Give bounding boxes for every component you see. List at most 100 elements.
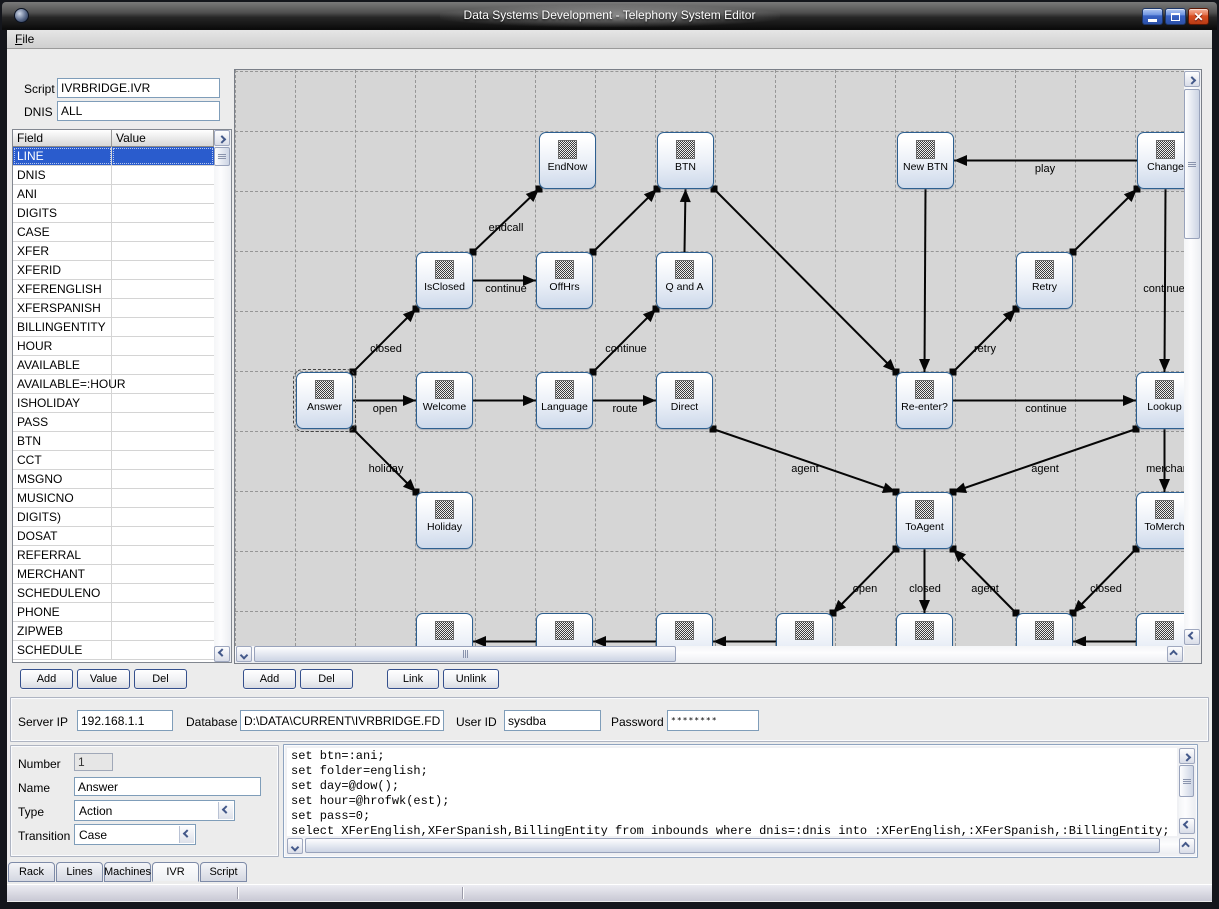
scroll-left-button[interactable] bbox=[287, 838, 303, 854]
diagram-node-B5[interactable] bbox=[896, 613, 953, 646]
edge-B2-B1[interactable] bbox=[473, 636, 536, 646]
diagram-node-QandA[interactable]: Q and A bbox=[656, 252, 713, 309]
edge-ToAgent-B4[interactable] bbox=[830, 546, 900, 617]
diagram-node-ToMerch[interactable]: ToMerch bbox=[1136, 492, 1184, 549]
diagram-node-NewBTN[interactable]: New BTN bbox=[897, 132, 954, 189]
diagram-canvas[interactable]: endcallcontinueclosedopenholidayroutecon… bbox=[235, 70, 1184, 646]
table-row[interactable]: SCHEDULE bbox=[13, 641, 214, 660]
edge-Answer-IsClosed[interactable] bbox=[350, 306, 420, 376]
edge-NewBTN-ReEnter[interactable] bbox=[919, 189, 930, 372]
type-select[interactable]: Action bbox=[74, 800, 235, 821]
edge-QandA-BTN[interactable] bbox=[680, 189, 691, 252]
dropdown-button[interactable] bbox=[218, 802, 233, 819]
scrollbar-thumb[interactable] bbox=[305, 838, 1160, 853]
table-row[interactable]: DNIS bbox=[13, 166, 214, 185]
diagram-node-OffHrs[interactable]: OffHrs bbox=[536, 252, 593, 309]
table-row[interactable]: PHONE bbox=[13, 603, 214, 622]
scroll-right-button[interactable] bbox=[1167, 646, 1183, 662]
diagram-node-Answer[interactable]: Answer bbox=[296, 372, 353, 429]
edge-B3-B2[interactable] bbox=[593, 636, 656, 646]
table-row[interactable]: XFERSPANISH bbox=[13, 299, 214, 318]
diagram-node-Lookup[interactable]: Lookup bbox=[1136, 372, 1184, 429]
table-row[interactable]: MUSICNO bbox=[13, 489, 214, 508]
number-field[interactable] bbox=[74, 753, 113, 771]
table-row[interactable]: ISHOLIDAY bbox=[13, 394, 214, 413]
script-input[interactable] bbox=[57, 78, 220, 98]
edge-OffHrs-BTN[interactable] bbox=[590, 186, 661, 256]
close-button[interactable]: ✕ bbox=[1188, 8, 1209, 25]
password-input[interactable] bbox=[667, 710, 759, 731]
scrollbar-thumb[interactable] bbox=[214, 147, 230, 166]
unlink-button[interactable]: Unlink bbox=[443, 669, 499, 689]
table-row[interactable]: BILLINGENTITY bbox=[13, 318, 214, 337]
table-row[interactable]: AVAILABLE=:HOUR bbox=[13, 375, 214, 394]
field-table-scrollbar[interactable] bbox=[214, 130, 231, 662]
diagram-node-B3[interactable] bbox=[656, 613, 713, 646]
link-button[interactable]: Link bbox=[387, 669, 439, 689]
menu-item-file[interactable]: File bbox=[7, 30, 42, 48]
transition-select[interactable]: Case bbox=[74, 824, 196, 845]
scroll-left-button[interactable] bbox=[236, 646, 252, 662]
del-button[interactable]: Del bbox=[300, 669, 353, 689]
user-id-input[interactable] bbox=[504, 710, 601, 731]
table-row[interactable]: AVAILABLE bbox=[13, 356, 214, 375]
scrollbar-thumb[interactable] bbox=[1184, 89, 1200, 239]
table-row[interactable]: CASE bbox=[13, 223, 214, 242]
table-row[interactable]: HOUR bbox=[13, 337, 214, 356]
diagram-node-B7[interactable] bbox=[1136, 613, 1184, 646]
edge-ToAgent-B5[interactable] bbox=[919, 549, 930, 613]
canvas-vscrollbar[interactable] bbox=[1184, 70, 1201, 646]
table-row[interactable]: DOSAT bbox=[13, 527, 214, 546]
title-bar[interactable]: Data Systems Development - Telephony Sys… bbox=[2, 2, 1217, 30]
minimize-button[interactable] bbox=[1142, 8, 1163, 25]
diagram-node-BTN[interactable]: BTN bbox=[657, 132, 714, 189]
table-row[interactable]: CCT bbox=[13, 451, 214, 470]
edge-B6-ToAgent[interactable] bbox=[950, 546, 1020, 617]
diagram-node-Language[interactable]: Language bbox=[536, 372, 593, 429]
edge-IsClosed-EndNow[interactable] bbox=[470, 186, 543, 256]
edge-B7-B6[interactable] bbox=[1073, 636, 1136, 646]
diagram-node-B4[interactable] bbox=[776, 613, 833, 646]
table-row[interactable]: DIGITS bbox=[13, 204, 214, 223]
edge-ToMerch-B6[interactable] bbox=[1070, 546, 1140, 617]
diagram-node-Change[interactable]: Change bbox=[1137, 132, 1184, 189]
edge-Language-QandA[interactable] bbox=[590, 306, 660, 376]
script-editor-text[interactable]: set btn=:ani;set folder=english;set day=… bbox=[287, 748, 1177, 836]
scroll-up-button[interactable] bbox=[1184, 71, 1200, 87]
tab-ivr[interactable]: IVR bbox=[152, 862, 199, 882]
edge-Welcome-Language[interactable] bbox=[473, 395, 536, 406]
scroll-down-button[interactable] bbox=[214, 646, 230, 662]
diagram-node-ToAgent[interactable]: ToAgent bbox=[896, 492, 953, 549]
diagram-node-Direct[interactable]: Direct bbox=[656, 372, 713, 429]
table-row[interactable]: BTN bbox=[13, 432, 214, 451]
table-row[interactable]: SCHEDULENO bbox=[13, 584, 214, 603]
table-row[interactable]: REFERRAL bbox=[13, 546, 214, 565]
table-row[interactable]: DIGITS) bbox=[13, 508, 214, 527]
table-row[interactable]: MSGNO bbox=[13, 470, 214, 489]
diagram-node-Welcome[interactable]: Welcome bbox=[416, 372, 473, 429]
edge-Lookup-ToMerch[interactable] bbox=[1159, 429, 1170, 492]
name-field[interactable] bbox=[74, 777, 261, 796]
scroll-up-button[interactable] bbox=[1179, 748, 1195, 764]
table-row[interactable]: PASS bbox=[13, 413, 214, 432]
diagram-node-B6[interactable] bbox=[1016, 613, 1073, 646]
tab-machines[interactable]: Machines bbox=[104, 862, 151, 882]
diagram-node-B2[interactable] bbox=[536, 613, 593, 646]
edge-Direct-ToAgent[interactable] bbox=[710, 426, 900, 496]
edge-B4-B3[interactable] bbox=[713, 636, 776, 646]
scrollbar-thumb[interactable] bbox=[1179, 765, 1194, 797]
table-row[interactable]: XFER bbox=[13, 242, 214, 261]
table-row[interactable]: MERCHANT bbox=[13, 565, 214, 584]
diagram-node-IsClosed[interactable]: IsClosed bbox=[416, 252, 473, 309]
script-vscrollbar[interactable] bbox=[1179, 748, 1195, 834]
diagram-node-EndNow[interactable]: EndNow bbox=[539, 132, 596, 189]
column-header-value[interactable]: Value bbox=[112, 130, 214, 147]
table-row[interactable]: XFERENGLISH bbox=[13, 280, 214, 299]
scrollbar-thumb[interactable] bbox=[254, 646, 676, 662]
database-input[interactable] bbox=[240, 710, 444, 731]
add-button[interactable]: Add bbox=[20, 669, 73, 689]
edge-Lookup-ToAgent[interactable] bbox=[950, 426, 1140, 496]
edge-Retry-Change[interactable] bbox=[1070, 186, 1141, 256]
table-row[interactable]: ANI bbox=[13, 185, 214, 204]
table-row[interactable]: LINE bbox=[13, 147, 214, 166]
